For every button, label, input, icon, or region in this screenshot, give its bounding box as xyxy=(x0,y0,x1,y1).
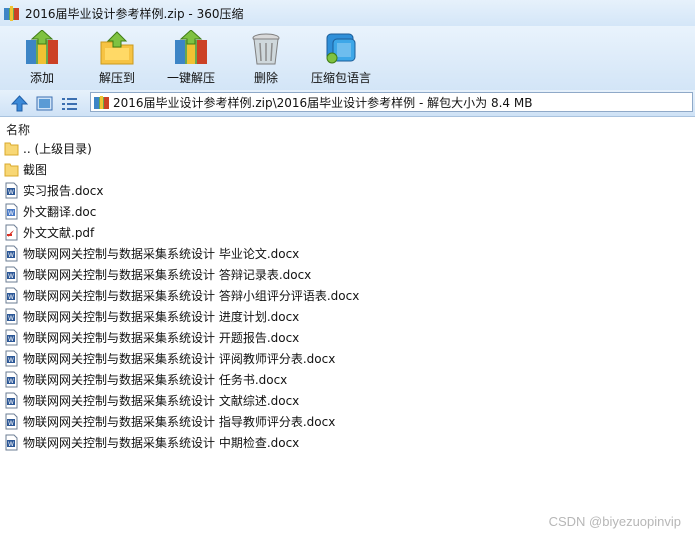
list-item-file[interactable]: W 外文翻译.doc xyxy=(4,201,96,222)
word-document-icon: W xyxy=(5,308,18,325)
column-header-name[interactable]: 名称 xyxy=(6,121,30,138)
pdf-document-icon xyxy=(5,224,18,241)
address-path: 2016届毕业设计参考样例.zip\2016届毕业设计参考样例 - 解包大小为 … xyxy=(113,95,533,110)
list-item-file[interactable]: W 物联网网关控制与数据采集系统设计 任务书.docx xyxy=(4,369,287,390)
svg-text:W: W xyxy=(8,378,14,385)
arrow-up-icon xyxy=(10,94,28,111)
list-item-file[interactable]: 外文文献.pdf xyxy=(4,222,94,243)
word-document-icon: W xyxy=(5,203,18,220)
svg-text:W: W xyxy=(8,441,14,448)
one-click-extract-label: 一键解压 xyxy=(166,71,215,85)
list-item-file[interactable]: W 物联网网关控制与数据采集系统设计 答辩小组评分评语表.docx xyxy=(4,285,359,306)
svg-text:W: W xyxy=(8,420,14,427)
list-item-file[interactable]: W 实习报告.docx xyxy=(4,180,103,201)
file-name: 物联网网关控制与数据采集系统设计 任务书.docx xyxy=(23,373,288,387)
archive-language-button[interactable]: 压缩包语言 xyxy=(306,26,376,86)
delete-button[interactable]: 删除 xyxy=(246,26,286,86)
file-name: 物联网网关控制与数据采集系统设计 进度计划.docx xyxy=(23,310,300,324)
add-label: 添加 xyxy=(29,71,54,85)
archive-language-label: 压缩包语言 xyxy=(310,71,371,85)
zip-archive-icon xyxy=(4,5,19,21)
list-item-file[interactable]: W 物联网网关控制与数据采集系统设计 开题报告.docx xyxy=(4,327,299,348)
word-document-icon: W xyxy=(5,413,18,430)
svg-text:W: W xyxy=(8,399,14,406)
file-list: 名称 .. (上级目录) 截图 W 实习报告.docx W 外文翻译.doc 外… xyxy=(0,118,695,539)
zip-archive-icon xyxy=(94,95,109,109)
svg-text:W: W xyxy=(8,357,14,364)
file-name: 外文文献.pdf xyxy=(23,226,95,240)
svg-text:W: W xyxy=(8,210,14,217)
language-code-icon xyxy=(326,33,356,64)
word-document-icon: W xyxy=(5,434,18,451)
list-item-file[interactable]: W 物联网网关控制与数据采集系统设计 进度计划.docx xyxy=(4,306,299,327)
file-name: 物联网网关控制与数据采集系统设计 开题报告.docx xyxy=(23,331,300,345)
add-archive-icon xyxy=(26,30,58,64)
list-item-file[interactable]: W 物联网网关控制与数据采集系统设计 文献综述.docx xyxy=(4,390,299,411)
file-name: 物联网网关控制与数据采集系统设计 答辩记录表.docx xyxy=(23,268,312,282)
list-item-parent-directory[interactable]: .. (上级目录) xyxy=(4,138,92,159)
word-document-icon: W xyxy=(5,350,18,367)
folder-icon xyxy=(4,163,19,177)
file-name: 物联网网关控制与数据采集系统设计 指导教师评分表.docx xyxy=(23,415,336,429)
list-view-icon xyxy=(61,97,77,110)
extract-folder-icon xyxy=(100,31,134,65)
extract-to-label: 解压到 xyxy=(98,71,135,85)
word-document-icon: W xyxy=(5,182,18,199)
svg-text:W: W xyxy=(8,273,14,280)
word-document-icon: W xyxy=(5,392,18,409)
up-folder-button[interactable] xyxy=(9,93,29,113)
add-button[interactable]: 添加 xyxy=(22,26,62,86)
file-name: 截图 xyxy=(23,163,48,177)
list-item-file[interactable]: W 物联网网关控制与数据采集系统设计 指导教师评分表.docx xyxy=(4,411,335,432)
delete-label: 删除 xyxy=(253,71,278,85)
list-item-file[interactable]: W 物联网网关控制与数据采集系统设计 答辩记录表.docx xyxy=(4,264,311,285)
address-field[interactable]: 2016届毕业设计参考样例.zip\2016届毕业设计参考样例 - 解包大小为 … xyxy=(90,92,693,112)
thumbnail-view-icon xyxy=(36,96,52,110)
list-item-file[interactable]: W 物联网网关控制与数据采集系统设计 毕业论文.docx xyxy=(4,243,299,264)
list-view-button[interactable] xyxy=(59,93,79,113)
title-bar: 2016届毕业设计参考样例.zip - 360压缩 xyxy=(0,0,695,26)
svg-text:W: W xyxy=(8,336,14,343)
word-document-icon: W xyxy=(5,245,18,262)
svg-text:W: W xyxy=(8,189,14,196)
word-document-icon: W xyxy=(5,329,18,346)
thumbnail-view-button[interactable] xyxy=(34,93,54,113)
list-item-folder[interactable]: 截图 xyxy=(4,159,47,180)
word-document-icon: W xyxy=(5,371,18,388)
svg-text:W: W xyxy=(8,252,14,259)
file-name: 外文翻译.doc xyxy=(23,205,97,219)
file-name: 物联网网关控制与数据采集系统设计 答辩小组评分评语表.docx xyxy=(23,289,360,303)
svg-text:W: W xyxy=(8,294,14,301)
file-name: 物联网网关控制与数据采集系统设计 毕业论文.docx xyxy=(23,247,300,261)
address-bar: 2016届毕业设计参考样例.zip\2016届毕业设计参考样例 - 解包大小为 … xyxy=(0,90,695,117)
list-item-file[interactable]: W 物联网网关控制与数据采集系统设计 评阅教师评分表.docx xyxy=(4,348,335,369)
window-title: 2016届毕业设计参考样例.zip - 360压缩 xyxy=(25,6,244,21)
file-name: 物联网网关控制与数据采集系统设计 评阅教师评分表.docx xyxy=(23,352,336,366)
extract-to-button[interactable]: 解压到 xyxy=(94,26,140,86)
one-click-extract-button[interactable]: 一键解压 xyxy=(165,26,217,86)
list-item-file[interactable]: W 物联网网关控制与数据采集系统设计 中期检查.docx xyxy=(4,432,299,453)
watermark: CSDN @biyezuopinvip xyxy=(548,514,681,529)
file-name: 物联网网关控制与数据采集系统设计 文献综述.docx xyxy=(23,394,300,408)
file-name: 实习报告.docx xyxy=(23,184,104,198)
trash-can-icon xyxy=(252,33,280,65)
folder-icon xyxy=(4,142,19,156)
word-document-icon: W xyxy=(5,287,18,304)
word-document-icon: W xyxy=(5,266,18,283)
svg-text:W: W xyxy=(8,315,14,322)
one-click-extract-icon xyxy=(175,30,207,64)
toolbar: 添加 解压到 一键解压 删除 压缩包语言 xyxy=(0,26,695,90)
file-name: .. (上级目录) xyxy=(23,142,92,156)
file-name: 物联网网关控制与数据采集系统设计 中期检查.docx xyxy=(23,436,300,450)
